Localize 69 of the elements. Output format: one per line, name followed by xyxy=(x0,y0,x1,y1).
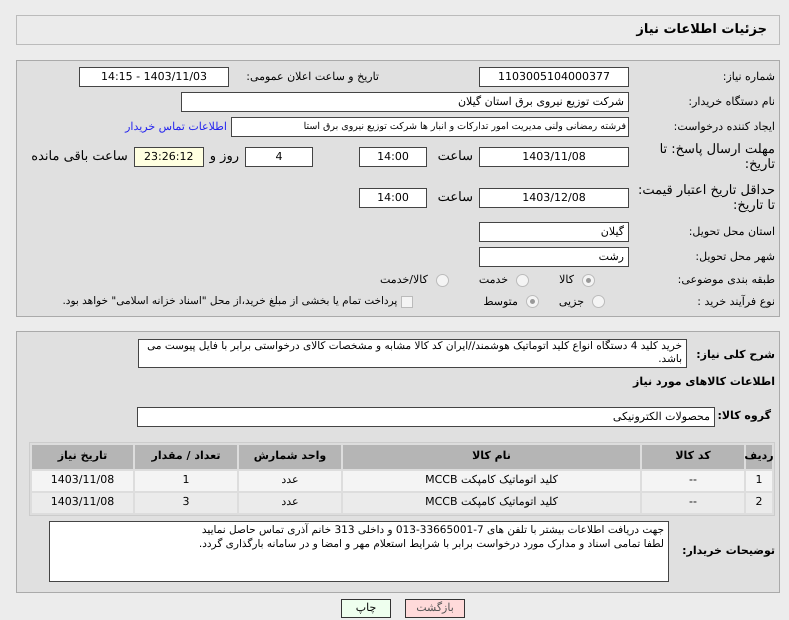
table-cell: -- xyxy=(642,492,744,512)
field-label: ساعت xyxy=(436,189,473,208)
page-header: جزئیات اطلاعات نیاز xyxy=(16,15,780,45)
print-button[interactable]: چاپ xyxy=(341,598,391,618)
text-field[interactable]: 14:00 xyxy=(359,188,427,208)
column-header: ردیف xyxy=(746,444,772,468)
radio-button[interactable] xyxy=(592,295,605,308)
table-cell: 2 xyxy=(746,492,772,512)
field-label: استان محل تحویل: xyxy=(688,224,775,240)
field-label: روز و xyxy=(210,148,239,166)
notes-line: لطفا تمامی اسناد و مدارک مورد درخواست برابر با شرایط استعلام مهر و امضا و در سامانه بارگذاری گردد. xyxy=(198,536,664,550)
field-label: گروه کالا: xyxy=(716,408,772,424)
field-label: ساعت xyxy=(436,148,473,166)
column-header: واحد شمارش xyxy=(239,444,341,468)
field-label: ایجاد کننده درخواست: xyxy=(672,118,775,135)
field-label: متوسط xyxy=(483,294,518,310)
field-label: پرداخت تمام یا بخشی از مبلغ خرید،از محل "اسناد خزانه اسلامی" خواهد بود. xyxy=(62,294,398,309)
field-label: نام دستگاه خریدار: xyxy=(687,94,775,110)
field-label: ساعت باقی مانده xyxy=(31,148,128,166)
text-field[interactable]: 1403/12/08 xyxy=(479,188,629,208)
field-label: شماره نیاز: xyxy=(722,68,775,85)
text-field[interactable]: 4 xyxy=(245,147,313,167)
text-field[interactable]: شرکت توزیع نیروی برق استان گیلان xyxy=(181,92,629,112)
text-field[interactable]: 1103005104000377 xyxy=(479,67,629,87)
text-field[interactable]: 14:00 xyxy=(359,147,427,167)
column-header: تعداد / مقدار xyxy=(135,444,237,468)
table-cell: -- xyxy=(642,470,744,490)
contact-link[interactable]: اطلاعات تماس خریدار xyxy=(125,118,227,136)
notes-box[interactable]: جهت دریافت اطلاعات بیشتر با تلفن های 7-33665001-013 و داخلی 313 خانم آذری تماس حاصل نمایید لطفا تمامی اسناد و مدارک مورد درخواست برابر با شرایط استعلام مهر و امضا و در سامانه بارگذاری گردد. xyxy=(49,520,669,582)
field-label: مهلت ارسال پاسخ: تا تاریخ: xyxy=(658,142,775,172)
notes-line: جهت دریافت اطلاعات بیشتر با تلفن های 7-33665001-013 و داخلی 313 خانم آذری تماس حاصل نمایید xyxy=(200,522,664,536)
text-field[interactable]: محصولات الکترونیکی xyxy=(137,406,715,426)
table-cell: عدد xyxy=(239,492,341,512)
radio-button[interactable] xyxy=(516,274,530,287)
table-cell: کلید اتوماتیک کامپکت MCCB xyxy=(343,492,640,512)
text-field[interactable]: رشت xyxy=(479,247,629,267)
table-cell: 3 xyxy=(135,492,237,512)
text-field[interactable]: 1403/11/08 xyxy=(479,147,629,167)
column-header: تاریخ نیاز xyxy=(32,444,133,468)
table-cell: 1403/11/08 xyxy=(32,470,133,490)
field-label: کالا/خدمت xyxy=(380,272,428,288)
back-button[interactable]: بازگشت xyxy=(405,598,465,618)
table-cell: عدد xyxy=(239,470,341,490)
description-box[interactable]: خرید کلید 4 دستگاه انواع کلید اتوماتیک هوشمند//ایران کد کالا مشابه و مشخصات کالای درخواستی برابر با فایل پیوست می باشد. xyxy=(138,339,687,368)
field-label: شهر محل تحویل: xyxy=(694,248,775,265)
table-cell: کلید اتوماتیک کامپکت MCCB xyxy=(343,470,640,490)
table-cell: 1403/11/08 xyxy=(32,492,133,512)
text-field[interactable]: 23:26:12 xyxy=(134,147,204,167)
radio-button[interactable] xyxy=(582,274,595,287)
field-label: کالا xyxy=(559,272,574,288)
radio-button[interactable] xyxy=(436,274,449,287)
field-label: شرح کلی نیاز: xyxy=(695,347,775,363)
field-label: حداقل تاریخ اعتبار قیمت: تا تاریخ: xyxy=(636,183,775,213)
checkbox[interactable] xyxy=(401,296,414,308)
text-field[interactable]: 1403/11/03 - 14:15 xyxy=(79,67,229,87)
radio-button[interactable] xyxy=(526,295,539,308)
table-cell: 1 xyxy=(746,470,772,490)
text-field[interactable]: فرشته رمضانی ولنی مدیریت امور تدارکات و انبار ها شرکت توزیع نیروی برق استا xyxy=(231,117,629,137)
column-header: نام کالا xyxy=(343,444,640,468)
field-label: تاریخ و ساعت اعلان عمومی: xyxy=(245,68,379,85)
field-label: خدمت xyxy=(478,272,508,288)
field-label: طبقه بندی موضوعی: xyxy=(676,272,775,288)
table-cell: 1 xyxy=(135,470,237,490)
field-label: جزیی xyxy=(558,294,584,310)
field-label: نوع فرآیند خرید : xyxy=(696,294,775,310)
section-title: اطلاعات کالاهای مورد نیاز xyxy=(632,374,775,390)
column-header: کد کالا xyxy=(642,444,744,468)
text-field[interactable]: گیلان xyxy=(479,222,629,242)
field-label: توضیحات خریدار: xyxy=(681,542,775,559)
